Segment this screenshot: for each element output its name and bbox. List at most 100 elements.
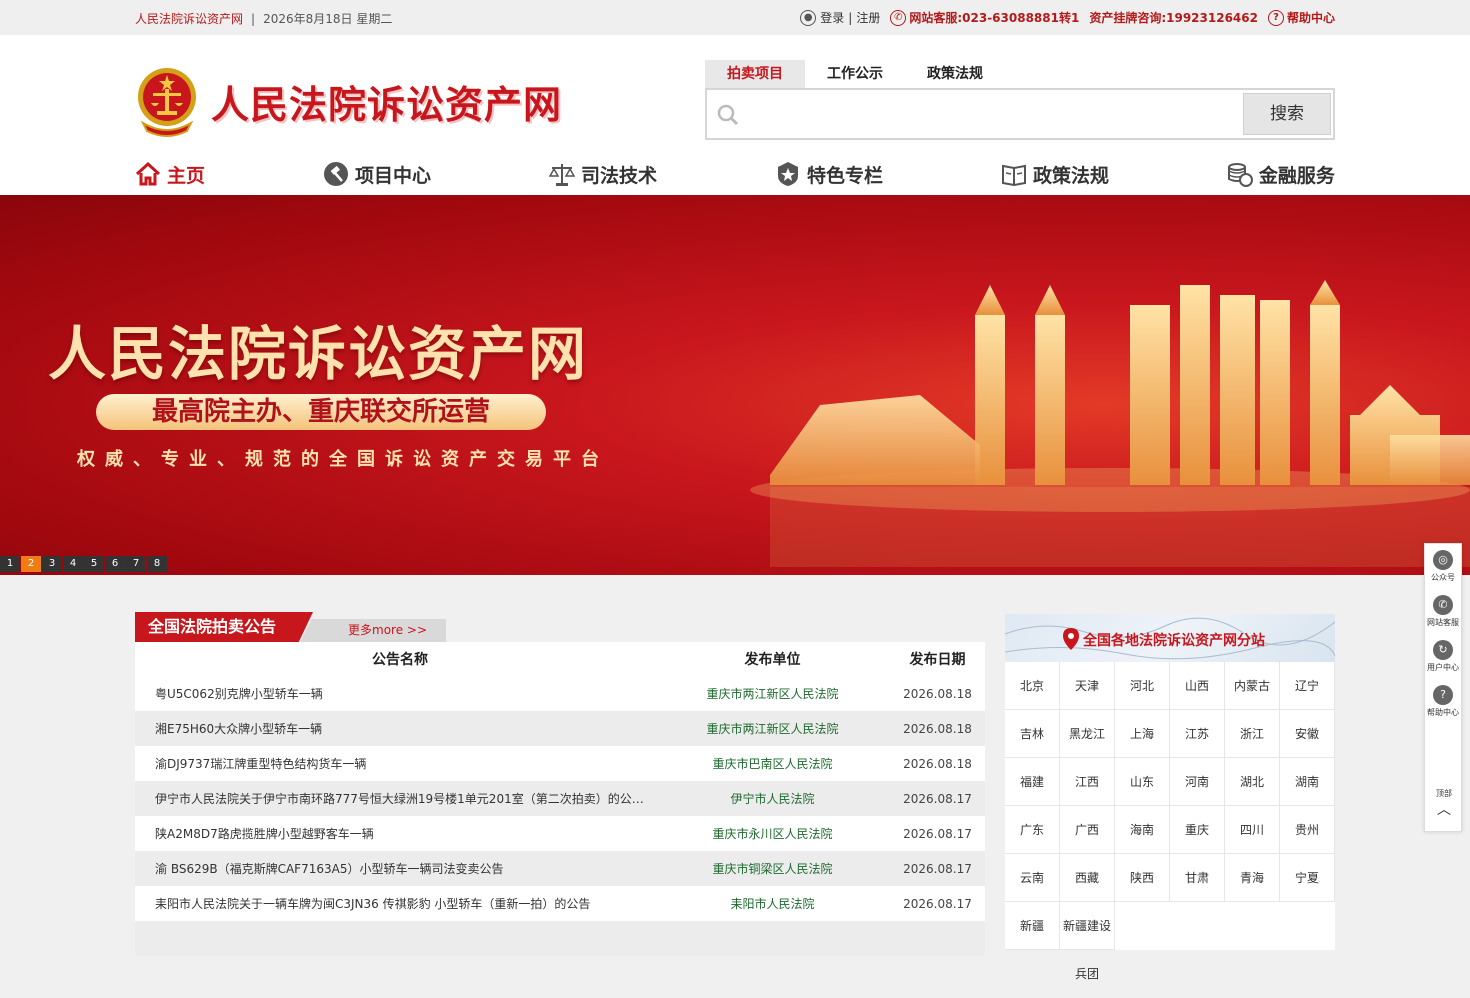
row-name[interactable]: 湘E75H60大众牌小型轿车一辆 <box>135 720 655 737</box>
region-link[interactable]: 新疆 <box>1005 902 1060 950</box>
region-link[interactable]: 辽宁 <box>1280 662 1335 710</box>
search-tab-auction[interactable]: 拍卖项目 <box>705 60 805 88</box>
region-link[interactable]: 青海 <box>1225 854 1280 902</box>
region-link[interactable]: 河北 <box>1115 662 1170 710</box>
help-center-label: 帮助中心 <box>1286 11 1335 25</box>
table-row[interactable]: 湘E75H60大众牌小型轿车一辆 重庆市两江新区人民法院 2026.08.18 <box>135 711 985 746</box>
service-button[interactable]: ✆ 网站客服 <box>1425 589 1461 634</box>
auction-notice-panel: 更多more >> 全国法院拍卖公告 公告名称 发布单位 发布日期 粤U5C06… <box>135 612 985 956</box>
pager-dot[interactable]: 3 <box>42 556 62 572</box>
row-date: 2026.08.17 <box>903 791 972 806</box>
location-pin-icon <box>1063 628 1079 650</box>
region-link[interactable]: 陕西 <box>1115 854 1170 902</box>
pager-dot[interactable]: 1 <box>0 556 20 572</box>
search-icon <box>717 104 739 126</box>
region-link[interactable]: 河南 <box>1170 758 1225 806</box>
logo-title: 人民法院诉讼资产网 <box>211 81 563 127</box>
table-row[interactable]: 耒阳市人民法院关于一辆车牌为闽C3JN36 传祺影豹 小型轿车（重新一拍）的公告… <box>135 886 985 921</box>
region-link[interactable]: 天津 <box>1060 662 1115 710</box>
question-icon: ? <box>1267 9 1284 26</box>
row-name[interactable]: 耒阳市人民法院关于一辆车牌为闽C3JN36 传祺影豹 小型轿车（重新一拍）的公告 <box>135 895 655 912</box>
back-to-top-button[interactable]: 顶部 ︿ <box>1425 788 1463 819</box>
region-link[interactable]: 甘肃 <box>1170 854 1225 902</box>
region-link[interactable]: 四川 <box>1225 806 1280 854</box>
search-tabs: 拍卖项目 工作公示 政策法规 <box>705 60 1335 88</box>
region-link[interactable]: 湖南 <box>1280 758 1335 806</box>
table-row[interactable]: 渝 BS629B（福克斯牌CAF7163A5）小型轿车一辆司法变卖公告 重庆市铜… <box>135 851 985 886</box>
wechat-button[interactable]: ◎ 公众号 <box>1425 544 1461 589</box>
row-name[interactable]: 粤U5C062别克牌小型轿车一辆 <box>135 685 655 702</box>
login-link[interactable]: 登录 <box>820 9 844 26</box>
shield-star-icon <box>777 162 798 186</box>
region-link[interactable]: 湖北 <box>1225 758 1280 806</box>
region-link[interactable]: 黑龙江 <box>1060 710 1115 758</box>
region-link[interactable]: 贵州 <box>1280 806 1335 854</box>
region-link[interactable]: 宁夏 <box>1280 854 1335 902</box>
site-name-link[interactable]: 人民法院诉讼资产网 <box>135 10 243 27</box>
row-date: 2026.08.18 <box>903 686 972 701</box>
region-link[interactable]: 北京 <box>1005 662 1060 710</box>
nav-featured-label: 特色专栏 <box>806 164 883 187</box>
more-link[interactable]: 更多more >> <box>300 619 446 642</box>
pager-dot[interactable]: 6 <box>105 556 125 572</box>
user-center-button[interactable]: ↻ 用户中心 <box>1425 634 1461 679</box>
region-link[interactable]: 山东 <box>1115 758 1170 806</box>
region-link[interactable]: 内蒙古 <box>1225 662 1280 710</box>
nav-policy[interactable]: 政策法规 <box>1001 161 1109 188</box>
region-link[interactable]: 浙江 <box>1225 710 1280 758</box>
row-date: 2026.08.18 <box>903 721 972 736</box>
phone-icon: ✆ <box>890 9 907 26</box>
row-name[interactable]: 渝 BS629B（福克斯牌CAF7163A5）小型轿车一辆司法变卖公告 <box>135 860 655 877</box>
nav-home[interactable]: 主页 <box>135 161 205 188</box>
nav-finance[interactable]: 金融服务 <box>1227 161 1335 188</box>
branch-title: 全国各地法院诉讼资产网分站 <box>1083 633 1265 649</box>
region-link[interactable]: 上海 <box>1115 710 1170 758</box>
skyline-illustration <box>750 280 1470 567</box>
table-row[interactable]: 渝DJ9737瑞江牌重型特色结构货车一辆 重庆市巴南区人民法院 2026.08.… <box>135 746 985 781</box>
register-link[interactable]: 注册 <box>856 9 880 26</box>
pager-dot[interactable]: 8 <box>147 556 167 572</box>
search-tab-policy[interactable]: 政策法规 <box>905 60 1005 88</box>
wechat-label: 公众号 <box>1431 573 1455 582</box>
nav-featured[interactable]: 特色专栏 <box>775 161 883 188</box>
pager-dot[interactable]: 5 <box>84 556 104 572</box>
region-link[interactable]: 重庆 <box>1170 806 1225 854</box>
search-button[interactable]: 搜索 <box>1243 93 1331 135</box>
site-logo[interactable]: 人民法院诉讼资产网 <box>135 65 562 137</box>
region-link[interactable]: 山西 <box>1170 662 1225 710</box>
nav-judicial-tech[interactable]: 司法技术 <box>548 161 657 188</box>
region-link[interactable]: 江西 <box>1060 758 1115 806</box>
region-link[interactable]: 云南 <box>1005 854 1060 902</box>
pager-dot[interactable]: 4 <box>63 556 83 572</box>
help-icon: ? <box>1433 685 1453 705</box>
region-link[interactable]: 海南 <box>1115 806 1170 854</box>
region-link[interactable]: 新疆建设兵团 <box>1060 902 1115 981</box>
row-name[interactable]: 渝DJ9737瑞江牌重型特色结构货车一辆 <box>135 755 655 772</box>
row-unit: 重庆市两江新区人民法院 <box>706 687 839 701</box>
row-name[interactable]: 陕A2M8D7路虎揽胜牌小型越野客车一辆 <box>135 825 655 842</box>
row-name[interactable]: 伊宁市人民法院关于伊宁市南环路777号恒大绿洲19号楼1单元201室（第二次拍卖… <box>135 790 655 807</box>
help-button[interactable]: ? 帮助中心 <box>1425 679 1461 724</box>
region-link[interactable]: 江苏 <box>1170 710 1225 758</box>
help-center-link[interactable]: ? 帮助中心 <box>1267 9 1335 26</box>
region-link[interactable]: 广西 <box>1060 806 1115 854</box>
hero-banner[interactable]: 人民法院诉讼资产网 最高院主办、重庆联交所运营 权威、专业、规范的全国诉讼资产交… <box>0 195 1470 575</box>
region-link[interactable]: 安徽 <box>1280 710 1335 758</box>
user-icon: ● <box>800 9 817 26</box>
search-tab-notice[interactable]: 工作公示 <box>805 60 905 88</box>
region-link[interactable]: 福建 <box>1005 758 1060 806</box>
region-link[interactable]: 西藏 <box>1060 854 1115 902</box>
user-center-icon: ↻ <box>1433 640 1453 660</box>
table-row[interactable]: 伊宁市人民法院关于伊宁市南环路777号恒大绿洲19号楼1单元201室（第二次拍卖… <box>135 781 985 816</box>
search-input[interactable] <box>747 96 1237 132</box>
region-link[interactable]: 吉林 <box>1005 710 1060 758</box>
nav-projects[interactable]: 项目中心 <box>323 161 431 188</box>
book-icon <box>1001 164 1026 187</box>
current-date: 2026年8月18日 星期二 <box>263 12 393 26</box>
pager-dot[interactable]: 7 <box>126 556 146 572</box>
table-row[interactable]: 粤U5C062别克牌小型轿车一辆 重庆市两江新区人民法院 2026.08.18 <box>135 676 985 711</box>
pager-dot-active[interactable]: 2 <box>21 556 41 572</box>
table-row[interactable]: 陕A2M8D7路虎揽胜牌小型越野客车一辆 重庆市永川区人民法院 2026.08.… <box>135 816 985 851</box>
region-link[interactable]: 广东 <box>1005 806 1060 854</box>
table-row[interactable] <box>135 921 985 956</box>
